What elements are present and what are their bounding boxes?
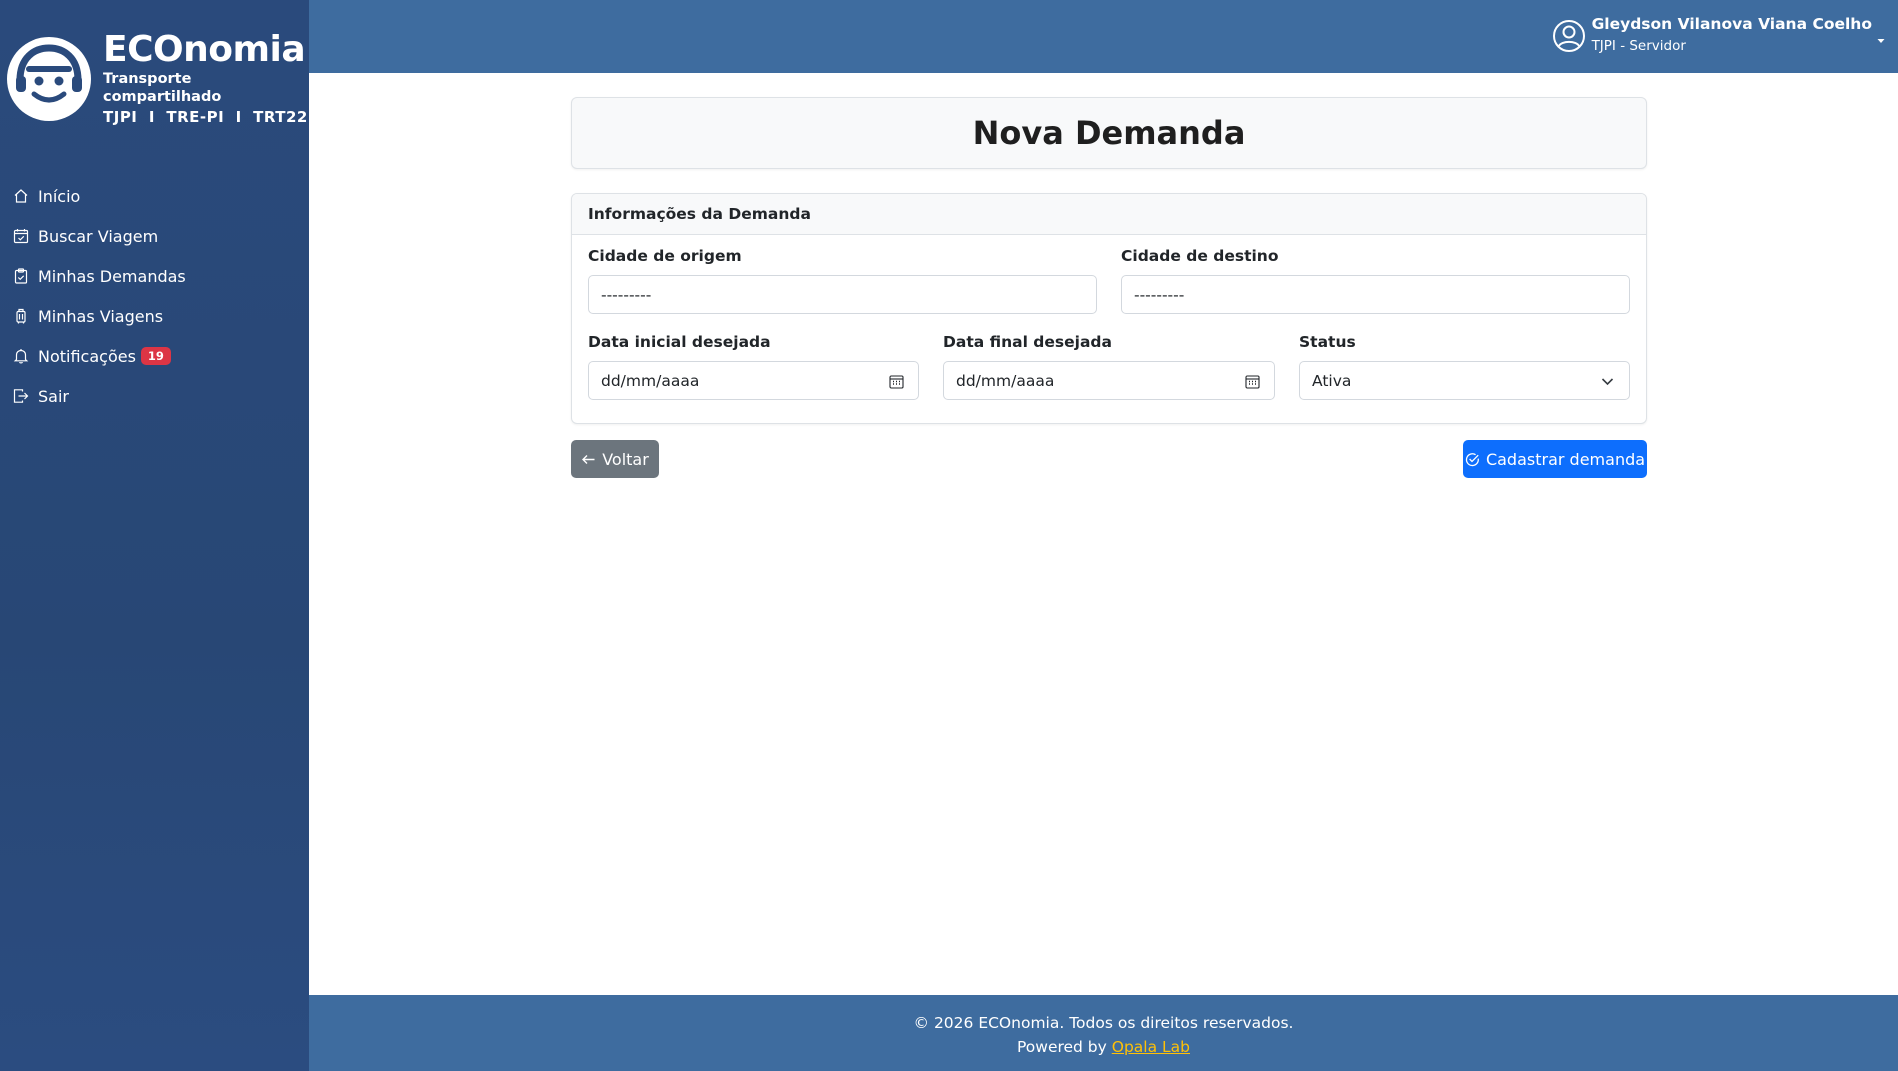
start-date-input[interactable]: dd/mm/aaaa [588,361,919,400]
sidebar-item-minhas-demandas[interactable]: Minhas Demandas [0,256,309,296]
demand-form-card: Informações da Demanda Cidade de origem … [571,193,1647,424]
status-value: Ativa [1312,371,1352,390]
status-field-group: Status [1299,333,1356,351]
footer-copyright: © 2026 ECOnomia. Todos os direitos reser… [913,1014,1294,1032]
brand-subtitle: Transporte compartilhado [103,71,222,105]
sidebar-item-label: Minhas Demandas [38,266,186,286]
check-circle-icon [1465,452,1479,466]
user-avatar-icon [1552,19,1585,52]
brand-orgs: TJPI I TRE-PI I TRT22 [103,108,308,126]
sidebar-item-label: Notificações [38,346,136,366]
sidebar: ECOnomia Transporte compartilhado TJPI I… [0,0,309,1071]
user-menu[interactable]: Gleydson Vilanova Viana Coelho TJPI - Se… [1552,15,1886,56]
bell-icon [13,349,29,364]
caret-down-icon [1877,38,1885,43]
page-title: Nova Demanda [972,114,1246,152]
brand-text: ECOnomia Transporte compartilhado TJPI I… [103,30,308,128]
back-button[interactable]: Voltar [571,440,659,478]
notification-count-badge: 19 [140,347,171,365]
calendar-check-icon [13,229,29,244]
page-title-card: Nova Demanda [571,97,1647,169]
clipboard-check-icon [14,268,28,284]
sidebar-item-sair[interactable]: Sair [0,376,309,416]
page-footer: © 2026 ECOnomia. Todos os direitos reser… [309,995,1898,1071]
end-date-input[interactable]: dd/mm/aaaa [943,361,1275,400]
suitcase-icon [16,308,26,324]
form-section-title: Informações da Demanda [572,194,1646,235]
status-select[interactable]: Ativa [1299,361,1630,400]
sidebar-item-label: Início [38,186,81,206]
brand-logo[interactable]: ECOnomia Transporte compartilhado TJPI I… [6,30,307,126]
back-button-label: Voltar [602,449,649,469]
origin-select[interactable]: --------- [588,275,1097,314]
start-date-value: dd/mm/aaaa [601,371,700,390]
origin-field-group: Cidade de origem [588,247,742,265]
start-date-label: Data inicial desejada [588,333,771,351]
end-date-value: dd/mm/aaaa [956,371,1055,390]
destination-label: Cidade de destino [1121,247,1279,265]
home-icon [14,189,28,203]
calendar-icon[interactable] [1245,374,1260,389]
calendar-icon[interactable] [889,374,904,389]
sidebar-item-minhas-viagens[interactable]: Minhas Viagens [0,296,309,336]
footer-powered-prefix: Powered by [1016,1038,1112,1056]
submit-demand-button[interactable]: Cadastrar demanda [1463,440,1647,478]
brand-name: ECOnomia [103,29,306,70]
destination-field-group: Cidade de destino [1121,247,1279,265]
sidebar-item-label: Minhas Viagens [38,306,164,326]
footer-powered: Powered by Opala Lab [309,1037,1898,1057]
chevron-down-icon [1601,378,1614,386]
submit-button-label: Cadastrar demanda [1485,449,1646,469]
end-date-label: Data final desejada [943,333,1112,351]
destination-value: --------- [1134,285,1185,304]
sidebar-item-inicio[interactable]: Início [0,176,309,216]
start-date-field-group: Data inicial desejada [588,333,771,351]
logout-icon [13,389,29,403]
origin-label: Cidade de origem [588,247,742,265]
origin-value: --------- [601,285,652,304]
sidebar-item-buscar-viagem[interactable]: Buscar Viagem [0,216,309,256]
opala-lab-link[interactable]: Opala Lab [1112,1038,1190,1056]
logo-face-icon [7,37,91,121]
sidebar-nav: Início Buscar Viagem Minhas Demandas Min… [0,176,309,416]
top-header: Gleydson Vilanova Viana Coelho TJPI - Se… [309,0,1898,73]
user-info: Gleydson Vilanova Viana Coelho TJPI - Se… [1592,15,1872,56]
status-label: Status [1299,333,1356,351]
user-name: Gleydson Vilanova Viana Coelho [1591,15,1872,33]
user-role: TJPI - Servidor [1591,38,1686,54]
end-date-field-group: Data final desejada [943,333,1112,351]
sidebar-item-label: Sair [38,386,69,406]
destination-select[interactable]: --------- [1121,275,1630,314]
arrow-left-icon [582,454,595,464]
sidebar-item-label: Buscar Viagem [38,226,159,246]
sidebar-item-notificacoes[interactable]: Notificações 19 [0,336,309,376]
